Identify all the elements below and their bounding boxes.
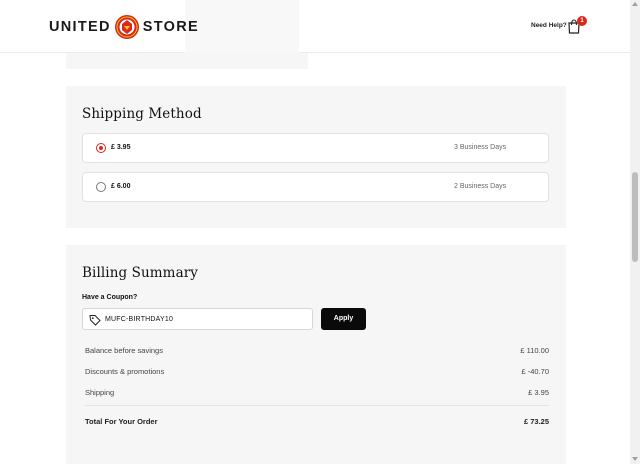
- summary-value: £ 3.95: [528, 388, 549, 397]
- apply-coupon-button[interactable]: Apply: [321, 308, 366, 330]
- shipping-option-price: £ 3.95: [111, 144, 131, 151]
- billing-summary-title: Billing Summary: [82, 265, 198, 281]
- scroll-down-arrow-icon[interactable]: [632, 457, 638, 461]
- summary-divider: [85, 405, 549, 406]
- coupon-input[interactable]: MUFC-BIRTHDAY10: [82, 308, 313, 330]
- club-crest-icon: [114, 15, 139, 39]
- shipping-option-days: 3 Business Days: [454, 144, 507, 151]
- shipping-option-days: 2 Business Days: [454, 183, 507, 190]
- summary-value: £ -40.70: [521, 367, 549, 376]
- summary-label: Discounts & promotions: [85, 367, 165, 376]
- site-header: UNITED STORE Need Help? 1: [0, 0, 630, 53]
- billing-summary-card: Billing Summary Have a Coupon? MUFC-BIRT…: [66, 245, 566, 464]
- shipping-method-card: Shipping Method £ 3.95 3 Business Days £…: [66, 86, 566, 228]
- total-value: £ 73.25: [523, 417, 549, 426]
- shipping-option-price: £ 6.00: [111, 183, 131, 190]
- cart-count-badge: 1: [577, 16, 587, 26]
- coupon-label: Have a Coupon?: [82, 294, 138, 301]
- store-logo[interactable]: UNITED STORE: [49, 14, 199, 40]
- need-help-link[interactable]: Need Help?: [531, 22, 567, 29]
- summary-label: Shipping: [85, 388, 115, 397]
- scroll-up-arrow-icon[interactable]: [632, 2, 638, 6]
- shipping-method-title: Shipping Method: [82, 106, 202, 122]
- page-scrollbar-thumb[interactable]: [632, 172, 638, 262]
- summary-value: £ 110.00: [520, 346, 549, 355]
- logo-text-left: UNITED: [49, 19, 111, 35]
- previous-section-card: [66, 53, 308, 69]
- logo-text-right: STORE: [142, 19, 199, 35]
- tag-icon: [89, 315, 101, 326]
- coupon-code-value: MUFC-BIRTHDAY10: [105, 316, 174, 323]
- total-label: Total For Your Order: [85, 417, 158, 426]
- radio-button[interactable]: [96, 182, 106, 192]
- header-placeholder: [185, 0, 299, 53]
- shipping-option-express[interactable]: £ 6.00 2 Business Days: [82, 172, 549, 202]
- summary-label: Balance before savings: [85, 346, 163, 355]
- shipping-option-standard[interactable]: £ 3.95 3 Business Days: [82, 133, 549, 163]
- radio-button-selected[interactable]: [96, 143, 106, 153]
